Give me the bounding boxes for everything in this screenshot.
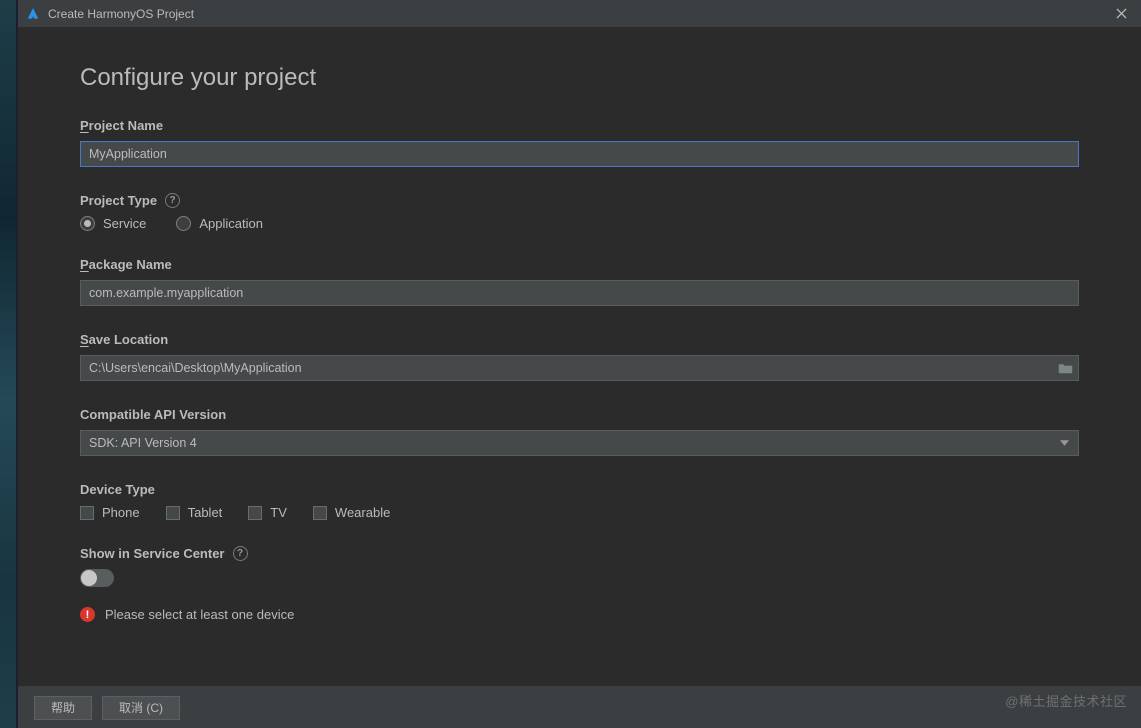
- window-title: Create HarmonyOS Project: [48, 7, 194, 21]
- section-package-name: Package Name: [80, 257, 1079, 306]
- dialog-footer: 帮助 取消 (C): [18, 686, 1141, 728]
- section-device-type: Device Type Phone Tablet TV Wearable: [80, 482, 1079, 520]
- checkbox-tablet[interactable]: Tablet: [166, 505, 223, 520]
- checkbox-tv[interactable]: TV: [248, 505, 287, 520]
- checkbox-box-icon: [80, 506, 94, 520]
- error-icon: !: [80, 607, 95, 622]
- folder-icon: [1058, 362, 1073, 375]
- api-version-label: Compatible API Version: [80, 407, 1079, 422]
- close-button[interactable]: [1109, 2, 1133, 26]
- checkbox-box-icon: [313, 506, 327, 520]
- save-location-label: Save Location: [80, 332, 1079, 347]
- checkbox-tablet-label: Tablet: [188, 505, 223, 520]
- project-name-input[interactable]: [80, 141, 1079, 167]
- project-type-label: Project Type ?: [80, 193, 1079, 208]
- save-location-input[interactable]: [80, 355, 1079, 381]
- checkbox-box-icon: [248, 506, 262, 520]
- checkbox-phone[interactable]: Phone: [80, 505, 140, 520]
- checkbox-phone-label: Phone: [102, 505, 140, 520]
- cancel-button[interactable]: 取消 (C): [102, 696, 180, 720]
- device-type-label: Device Type: [80, 482, 1079, 497]
- page-title: Configure your project: [80, 64, 1079, 92]
- section-project-type: Project Type ? Service Application: [80, 193, 1079, 231]
- title-bar: Create HarmonyOS Project: [18, 0, 1141, 28]
- service-center-label: Show in Service Center ?: [80, 546, 1079, 561]
- project-name-label: Project Name /* keep literal split for u…: [80, 118, 1079, 133]
- package-name-label: Package Name: [80, 257, 1079, 272]
- package-name-input[interactable]: [80, 280, 1079, 306]
- checkbox-wearable-label: Wearable: [335, 505, 390, 520]
- toggle-knob-icon: [81, 570, 97, 586]
- section-service-center: Show in Service Center ?: [80, 546, 1079, 587]
- help-button[interactable]: 帮助: [34, 696, 92, 720]
- help-icon[interactable]: ?: [233, 546, 248, 561]
- dialog-window: Create HarmonyOS Project Configure your …: [18, 0, 1141, 728]
- section-project-name: Project Name /* keep literal split for u…: [80, 118, 1079, 167]
- close-icon: [1116, 8, 1127, 19]
- radio-application[interactable]: Application: [176, 216, 263, 231]
- error-message: Please select at least one device: [105, 607, 294, 622]
- app-logo-icon: [26, 7, 40, 21]
- help-icon[interactable]: ?: [165, 193, 180, 208]
- checkbox-wearable[interactable]: Wearable: [313, 505, 390, 520]
- checkbox-tv-label: TV: [270, 505, 287, 520]
- validation-error: ! Please select at least one device: [80, 607, 1079, 622]
- radio-service[interactable]: Service: [80, 216, 146, 231]
- browse-folder-button[interactable]: [1058, 362, 1073, 375]
- api-version-select[interactable]: SDK: API Version 4: [80, 430, 1079, 456]
- checkbox-box-icon: [166, 506, 180, 520]
- section-save-location: Save Location: [80, 332, 1079, 381]
- radio-dot-icon: [176, 216, 191, 231]
- radio-dot-icon: [80, 216, 95, 231]
- radio-service-label: Service: [103, 216, 146, 231]
- background-decoration: [0, 0, 16, 728]
- service-center-toggle[interactable]: [80, 569, 114, 587]
- section-api-version: Compatible API Version SDK: API Version …: [80, 407, 1079, 456]
- dialog-content: Configure your project Project Name /* k…: [18, 28, 1141, 686]
- radio-application-label: Application: [199, 216, 263, 231]
